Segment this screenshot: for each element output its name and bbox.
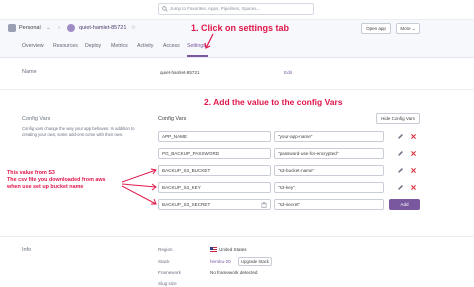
config-vars-header: Config Vars: [158, 116, 187, 122]
config-var-key[interactable]: BACKUP_S3_BUCKET: [158, 165, 271, 176]
pencil-icon[interactable]: [397, 167, 404, 174]
pencil-icon[interactable]: [397, 133, 404, 140]
config-var-key[interactable]: PG_BACKUP_PASSWORD: [158, 148, 271, 159]
search-input[interactable]: Jump to Favorites, Apps, Pipelines, Spac…: [158, 3, 314, 15]
config-vars-description: Config vars change the way your app beha…: [22, 126, 135, 137]
breadcrumb-separator: ›: [58, 25, 60, 31]
more-button[interactable]: More ⌄: [396, 23, 420, 34]
team-avatar-icon: [8, 24, 16, 32]
config-var-value[interactable]: "s3-key": [274, 182, 384, 193]
search-placeholder: Jump to Favorites, Apps, Pipelines, Spac…: [170, 6, 261, 11]
pencil-icon[interactable]: [397, 184, 404, 191]
breadcrumb-team[interactable]: Personal: [19, 25, 41, 31]
stack-label: Stack: [158, 259, 170, 264]
delete-x-icon[interactable]: [410, 133, 417, 140]
config-var-value[interactable]: "your-app-name": [274, 131, 384, 142]
hide-config-vars-button[interactable]: Hide Config Vars: [376, 113, 420, 124]
config-var-key[interactable]: BACKUP_S3_KEY: [158, 182, 271, 193]
config-vars-section-label: Config Vars: [22, 116, 51, 122]
new-config-var-value[interactable]: "s3-secret": [274, 199, 384, 210]
chevron-down-icon[interactable]: ⌄: [46, 25, 51, 31]
config-var-key[interactable]: APP_NAME: [158, 131, 271, 142]
config-var-value[interactable]: "password-use-for-encrypted": [274, 148, 384, 159]
upgrade-stack-button[interactable]: Upgrade Stack: [238, 257, 272, 266]
more-button-label: More: [400, 26, 411, 31]
tab-deploy[interactable]: Deploy: [85, 43, 101, 49]
paste-icon[interactable]: [261, 202, 267, 208]
flag-canton: [210, 247, 213, 250]
tab-resources[interactable]: Resources: [53, 43, 78, 49]
add-config-var-button[interactable]: Add: [389, 199, 420, 210]
annotation-step1: 1. Click on settings tab: [191, 23, 290, 33]
framework-label: Framework: [158, 270, 181, 275]
delete-x-icon[interactable]: [410, 167, 417, 174]
info-section-label: Info: [22, 247, 32, 253]
tab-activity[interactable]: Activity: [137, 43, 153, 49]
favorite-star-icon[interactable]: ☆: [131, 25, 136, 31]
app-name-value: quiet-hamlet-85721: [160, 70, 200, 75]
annotation-side-note-line2: The csv file you downloaded from aws: [7, 177, 106, 183]
region-value: United States: [219, 247, 247, 252]
config-var-value[interactable]: "s3-bucket-name": [274, 165, 384, 176]
name-section-label: Name: [22, 69, 37, 75]
annotation-side-note: This value from S3 The csv file you down…: [7, 170, 106, 191]
delete-x-icon[interactable]: [410, 184, 417, 191]
annotation-arrow-1: [204, 33, 214, 49]
annotation-side-note-line1: This value from S3: [7, 170, 55, 176]
section-divider: [0, 89, 474, 90]
open-app-button[interactable]: Open app: [361, 23, 391, 34]
delete-x-icon[interactable]: [410, 150, 417, 157]
pencil-icon[interactable]: [397, 150, 404, 157]
annotation-arrows-side: [121, 168, 157, 205]
breadcrumb-app[interactable]: quiet-hamlet-85721: [79, 25, 126, 31]
active-tab-indicator: [187, 55, 208, 57]
region-label: Region: [158, 247, 173, 252]
tab-access[interactable]: Access: [163, 43, 180, 49]
slug-size-label: Slug size: [158, 281, 177, 286]
search-icon: [162, 6, 168, 12]
app-hexagon-icon: [67, 24, 75, 32]
tab-metrics[interactable]: Metrics: [111, 43, 128, 49]
section-divider: [0, 236, 474, 237]
top-bar: Jump to Favorites, Apps, Pipelines, Spac…: [0, 0, 474, 20]
tab-overview[interactable]: Overview: [22, 43, 44, 49]
us-flag-icon: [210, 247, 217, 252]
stack-value: heroku-20: [210, 259, 231, 264]
annotation-side-note-line3: when use set up bucket name: [7, 184, 84, 190]
annotation-step2: 2. Add the value to the config Vars: [204, 97, 343, 107]
framework-value: No framework detected: [210, 270, 258, 275]
name-edit-link[interactable]: Edit: [284, 70, 292, 75]
new-config-var-key[interactable]: BACKUP_S3_SECRET: [158, 199, 271, 210]
